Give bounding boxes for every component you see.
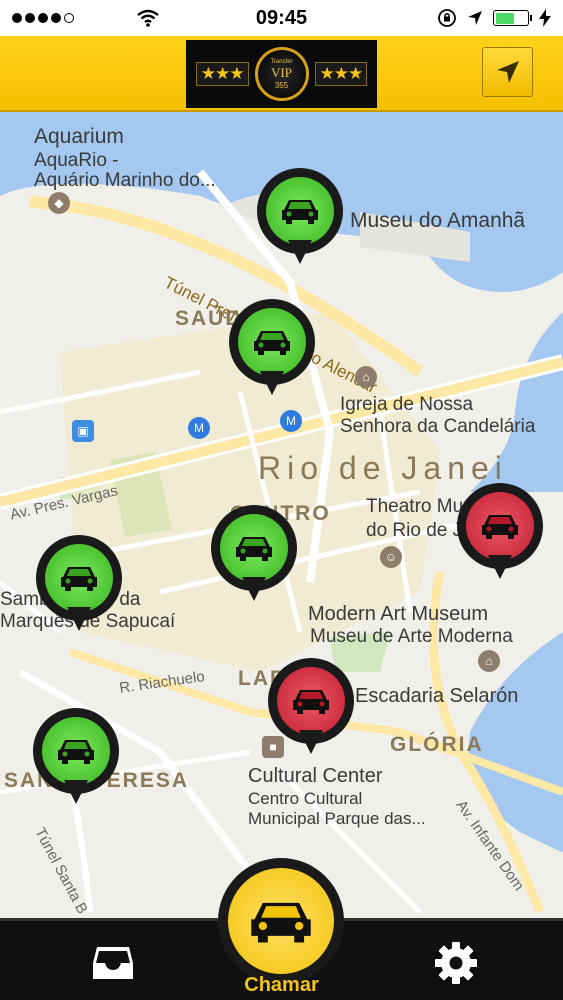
label-cultural-line1: Centro Cultural xyxy=(248,789,363,808)
label-aquarium: Aquarium xyxy=(34,125,124,148)
taxi-marker-available[interactable] xyxy=(211,505,297,605)
car-icon xyxy=(293,690,329,714)
logo-stars-left: ★★★ xyxy=(195,62,249,86)
call-button-inner xyxy=(228,868,334,974)
logo-number: 355 xyxy=(274,80,289,90)
label-modern-art-sub: Museu de Arte Moderna xyxy=(310,626,513,647)
taxi-car-icon xyxy=(251,902,311,943)
taxi-marker-available[interactable] xyxy=(33,708,119,808)
taxi-marker-available[interactable] xyxy=(229,299,315,399)
metro-icon-1: M xyxy=(188,417,210,439)
museum-icon: ⌂ xyxy=(478,650,500,672)
status-right xyxy=(437,8,551,28)
church-icon: ⌂ xyxy=(355,366,377,388)
label-aquario-line1: AquaRio - xyxy=(34,150,119,171)
label-igreja-line1: Igreja de Nossa xyxy=(340,394,474,415)
car-icon xyxy=(482,515,518,539)
car-icon xyxy=(282,200,318,224)
battery-fill xyxy=(495,12,515,24)
car-icon xyxy=(254,331,290,355)
taxi-marker-busy[interactable] xyxy=(457,483,543,583)
charging-bolt-icon xyxy=(539,9,551,27)
car-icon xyxy=(58,740,94,764)
logo-stars-right: ★★★ xyxy=(314,62,368,86)
rotation-lock-icon xyxy=(438,9,456,27)
label-cultural-center: Cultural Center xyxy=(248,765,383,787)
status-time: 09:45 xyxy=(255,6,308,29)
label-aquario-line2: Aquário Marinho do... xyxy=(34,170,216,191)
status-bar: 09:45 xyxy=(0,0,563,36)
label-cultural-line2: Municipal Parque das... xyxy=(248,809,426,828)
call-button-label[interactable]: Chamar xyxy=(0,974,563,997)
label-rio: Rio de Janei xyxy=(258,450,508,486)
app-screen: 09:45 ★★★ Transfer VIP 355 ★★★ Aquarium … xyxy=(0,0,563,1000)
label-escadaria: Escadaria Selarón xyxy=(355,685,519,707)
logo-medal: Transfer VIP 355 xyxy=(254,47,309,101)
map-view[interactable]: Aquarium AquaRio - Aquário Marinho do...… xyxy=(0,112,563,932)
call-taxi-button[interactable] xyxy=(218,858,344,984)
navigation-arrow-icon xyxy=(496,61,519,83)
theatre-icon: ☺ xyxy=(380,546,402,568)
train-station-icon: ▣ xyxy=(72,420,94,442)
label-museu-amanha: Museu do Amanhã xyxy=(350,209,526,232)
label-igreja-line2: Senhora da Candelária xyxy=(340,416,536,437)
logo-brand: VIP xyxy=(271,64,292,80)
taxi-marker-available[interactable] xyxy=(36,535,122,635)
label-modern-art: Modern Art Museum xyxy=(308,603,489,625)
vip-logo: ★★★ Transfer VIP 355 ★★★ xyxy=(186,40,377,108)
wifi-icon xyxy=(137,9,159,27)
location-services-icon xyxy=(468,11,482,25)
taxi-marker-available[interactable] xyxy=(257,168,343,268)
my-location-button[interactable] xyxy=(482,47,533,97)
label-gloria: GLÓRIA xyxy=(390,733,484,756)
signal-strength-icon xyxy=(12,13,74,23)
status-left xyxy=(12,9,160,27)
car-icon xyxy=(61,567,97,591)
metro-icon-2: M xyxy=(280,410,302,432)
battery-icon xyxy=(493,10,532,26)
app-header: ★★★ Transfer VIP 355 ★★★ xyxy=(0,36,563,112)
aquarium-icon: ◆ xyxy=(48,192,70,214)
car-icon xyxy=(236,537,272,561)
taxi-marker-busy[interactable] xyxy=(268,658,354,758)
